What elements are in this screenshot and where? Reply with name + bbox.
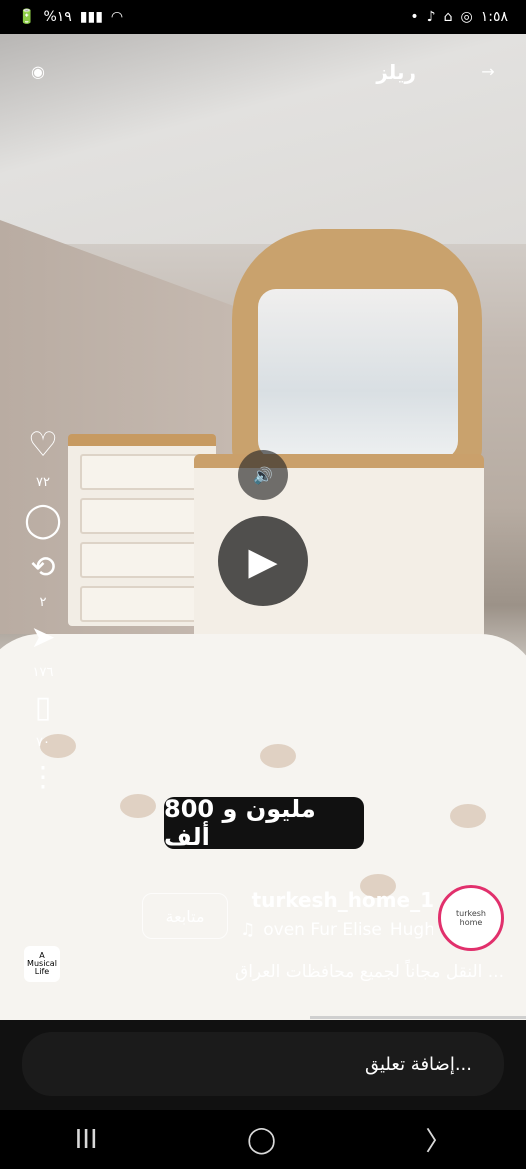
status-right: • ♪ ⌂ ◎ ١:٥٨ [410,9,508,25]
drawer [80,498,204,534]
comment-bar: إضافة تعليق... [0,1020,526,1110]
drawer [80,542,204,578]
send-icon: ➤ [30,620,56,655]
instagram-icon: ◎ [460,9,473,25]
back-nav-button[interactable]: 〉 [425,1121,451,1158]
bookmark-icon: ▯ [34,690,52,725]
battery-icon: 🔋 [18,9,36,25]
notification-dot-icon: • [410,9,419,25]
back-button[interactable]: → [468,51,508,91]
wifi-icon: ◠ [110,9,124,25]
likes-count: ٧٢ [36,475,50,490]
music-badge[interactable]: A Musical Life [24,946,60,982]
battery-percent: %١٩ [43,9,72,25]
reel-caption[interactable]: النقل مجاناً لجميع محافظات العراق ... [235,962,504,982]
speaker-icon: 🔊 [253,465,273,485]
video-progress [310,1016,526,1019]
drawer [80,586,204,622]
drawer [80,454,204,490]
heart-icon: ♡ [27,425,59,465]
arrow-right-icon: → [481,61,495,81]
repost-icon: ⟲ [30,550,56,585]
bed-motif [260,744,296,768]
more-button[interactable]: ⋮ [29,760,57,793]
bed-motif [120,794,156,818]
comment-input[interactable]: إضافة تعليق... [22,1032,504,1096]
creator-avatar-text: turkesh home [445,892,497,944]
shares-count: ٢ [39,595,47,610]
camera-icon: ◉ [31,61,45,81]
follow-button[interactable]: متابعة [142,893,228,939]
tiktok-icon: ♪ [426,9,436,25]
saves-count: ٧٠ [36,735,50,750]
home-button[interactable]: ◯ [247,1125,276,1155]
sound-toggle[interactable]: 🔊 [238,450,288,500]
music-note-icon: ♫ [240,920,256,940]
music-title: oven Fur Elise [263,920,382,940]
status-bar: 🔋 %١٩ ▮▮▮ ◠ • ♪ ⌂ ◎ ١:٥٨ [0,0,526,34]
send-button[interactable]: ➤ [30,620,55,655]
status-left: 🔋 %١٩ ▮▮▮ ◠ [18,9,123,25]
camera-button[interactable]: ◉ [18,51,58,91]
play-icon: ▶ [248,539,278,583]
bed-motif [450,804,486,828]
signal-icon: ▮▮▮ [79,9,103,25]
like-button[interactable]: ♡ [28,425,58,465]
creator-username[interactable]: turkesh_home_1 [252,888,434,912]
play-button[interactable]: ▶ [218,516,308,606]
reel-header: ◉ → [0,34,526,108]
clock-text: ١:٥٨ [480,9,508,25]
mirror [258,289,458,459]
music-row[interactable]: ♫ oven Fur Elise Hugh [240,920,433,940]
creator-avatar[interactable]: turkesh home [438,885,504,951]
music-badge-line3: Life [34,967,50,976]
music-badge-text: A Musical Life [27,952,57,976]
action-rail: ♡ ٧٢ ◯ ⟲ ٢ ➤ ١٧٦ ▯ ٧٠ ⋮ [18,425,68,793]
system-nav: III ◯ 〉 [0,1110,526,1169]
price-overlay: مليون و 800 ألف [164,795,364,851]
repost-button[interactable]: ⟲ [30,550,55,585]
save-button[interactable]: ▯ [35,690,52,725]
comment-button[interactable]: ◯ [24,500,62,540]
sends-count: ١٧٦ [32,665,54,680]
recent-apps-button[interactable]: III [75,1125,98,1155]
music-artist: Hugh [389,920,433,940]
page-title: ريلز [376,60,416,84]
alarm-icon: ⌂ [443,9,453,25]
comment-icon: ◯ [23,500,63,540]
more-icon: ⋮ [29,760,57,793]
